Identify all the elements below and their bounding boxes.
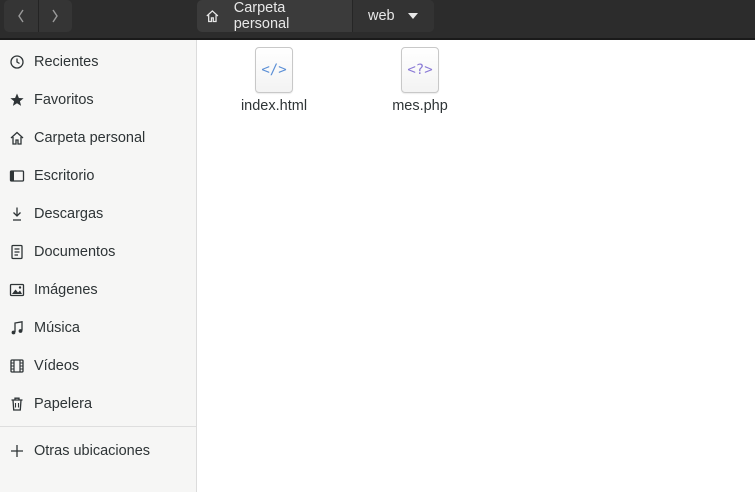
path-bar: Carpeta personal web bbox=[197, 0, 434, 32]
sidebar-item-escritorio[interactable]: Escritorio bbox=[0, 157, 196, 195]
sidebar-item-label: Recientes bbox=[34, 54, 99, 70]
sidebar-item-label: Otras ubicaciones bbox=[34, 443, 151, 459]
path-crumb-label: web bbox=[368, 8, 395, 24]
file-view: </> index.html <?> mes.php bbox=[197, 40, 755, 492]
document-icon bbox=[8, 243, 26, 261]
path-crumb-home[interactable]: Carpeta personal bbox=[197, 0, 352, 32]
sidebar-item-label: Papelera bbox=[34, 396, 93, 412]
file-name: mes.php bbox=[392, 98, 448, 114]
php-file-icon: <?> bbox=[401, 47, 439, 93]
sidebar-item-label: Imágenes bbox=[34, 282, 98, 298]
sidebar-item-otras-ubicaciones[interactable]: Otras ubicaciones bbox=[0, 432, 196, 470]
chevron-left-icon bbox=[17, 9, 24, 23]
path-crumb-current[interactable]: web bbox=[352, 0, 434, 32]
sidebar-item-recientes[interactable]: Recientes bbox=[0, 43, 196, 81]
sidebar-item-label: Música bbox=[34, 320, 80, 336]
sidebar-item-label: Escritorio bbox=[34, 168, 95, 184]
sidebar-item-papelera[interactable]: Papelera bbox=[0, 385, 196, 423]
sidebar-item-favoritos[interactable]: Favoritos bbox=[0, 81, 196, 119]
chevron-right-icon bbox=[52, 9, 59, 23]
image-icon bbox=[8, 281, 26, 299]
download-icon bbox=[8, 205, 26, 223]
header-bar: Carpeta personal web bbox=[0, 0, 755, 40]
file-glyph: <?> bbox=[407, 62, 433, 78]
navigation-buttons bbox=[4, 0, 72, 32]
path-crumb-label: Carpeta personal bbox=[233, 0, 290, 32]
back-button[interactable] bbox=[4, 0, 38, 32]
file-name: index.html bbox=[240, 98, 308, 114]
music-icon bbox=[8, 319, 26, 337]
sidebar-item-videos[interactable]: Vídeos bbox=[0, 347, 196, 385]
star-icon bbox=[8, 91, 26, 109]
sidebar-item-imagenes[interactable]: Imágenes bbox=[0, 271, 196, 309]
clock-icon bbox=[8, 53, 26, 71]
sidebar: Recientes Favoritos Carpeta personal Esc… bbox=[0, 40, 197, 492]
sidebar-separator bbox=[0, 426, 196, 427]
sidebar-item-label: Carpeta personal bbox=[34, 130, 146, 146]
html-file-icon: </> bbox=[255, 47, 293, 93]
sidebar-item-carpeta-personal[interactable]: Carpeta personal bbox=[0, 119, 196, 157]
sidebar-item-label: Descargas bbox=[34, 206, 104, 222]
video-icon bbox=[8, 357, 26, 375]
file-item-index-html[interactable]: </> index.html bbox=[219, 47, 329, 114]
trash-icon bbox=[8, 395, 26, 413]
sidebar-item-label: Documentos bbox=[34, 244, 116, 260]
caret-down-icon bbox=[408, 13, 418, 19]
sidebar-item-documentos[interactable]: Documentos bbox=[0, 233, 196, 271]
sidebar-item-label: Vídeos bbox=[34, 358, 80, 374]
desktop-icon bbox=[8, 167, 26, 185]
sidebar-item-descargas[interactable]: Descargas bbox=[0, 195, 196, 233]
sidebar-item-musica[interactable]: Música bbox=[0, 309, 196, 347]
sidebar-item-label: Favoritos bbox=[34, 92, 94, 108]
forward-button[interactable] bbox=[37, 0, 73, 32]
file-item-mes-php[interactable]: <?> mes.php bbox=[365, 47, 475, 114]
plus-icon bbox=[8, 442, 26, 460]
file-glyph: </> bbox=[261, 62, 287, 78]
home-icon bbox=[206, 10, 219, 23]
home-icon bbox=[8, 129, 26, 147]
